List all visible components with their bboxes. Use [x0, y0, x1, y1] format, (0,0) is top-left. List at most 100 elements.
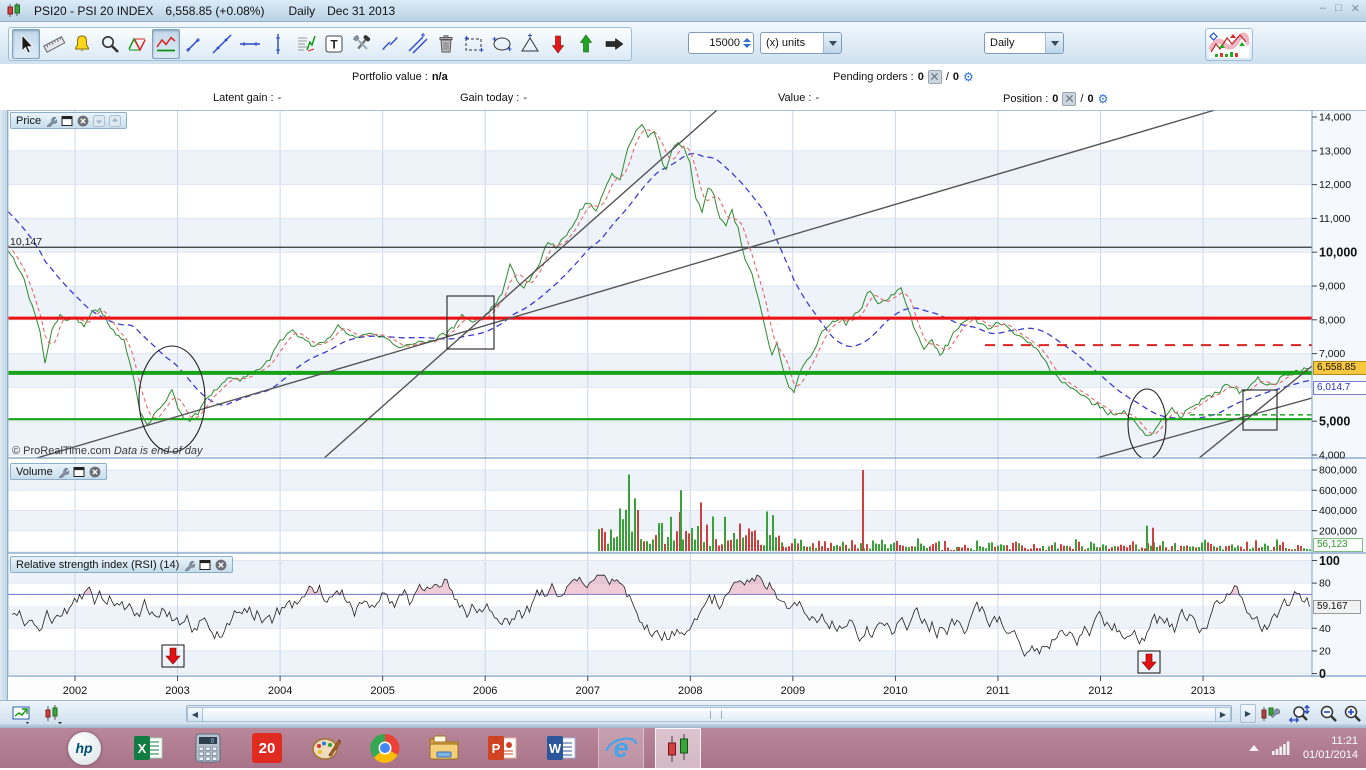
- rsi-axis-label: 20: [1319, 645, 1331, 657]
- rsi-value-tag: 59.167: [1313, 600, 1361, 614]
- close-panel-icon[interactable]: [77, 115, 89, 127]
- year-axis-label: 2008: [678, 685, 702, 697]
- taskbar-item-internet-explorer[interactable]: e: [598, 728, 644, 768]
- gear-icon[interactable]: ⚙: [963, 72, 974, 82]
- quantity-field[interactable]: 15000: [688, 32, 754, 54]
- tool-eraser-button[interactable]: [432, 29, 460, 59]
- chart-style-button[interactable]: [1205, 28, 1253, 61]
- price-panel-header[interactable]: Price: [10, 112, 127, 129]
- scroll-step-right-icon[interactable]: ▶: [1240, 704, 1256, 723]
- move-panel-down-icon[interactable]: [93, 115, 105, 127]
- tool-continue-arrow-button[interactable]: [600, 29, 628, 59]
- rsi-panel-header[interactable]: Relative strength index (RSI) (14): [10, 556, 233, 573]
- tool-triangle-button[interactable]: [516, 29, 544, 59]
- tool-alarm-button[interactable]: [68, 29, 96, 59]
- zoom-in-button[interactable]: [1342, 703, 1364, 724]
- tool-buy-arrow-button[interactable]: [572, 29, 600, 59]
- chevron-down-icon[interactable]: [1045, 33, 1063, 53]
- taskbar-item-file-explorer[interactable]: [426, 728, 462, 768]
- export-chart-button[interactable]: [10, 704, 34, 724]
- taskbar-item-word[interactable]: W: [544, 728, 580, 768]
- chrome-icon: [370, 733, 400, 763]
- time-scrollbar[interactable]: ◀ ▶: [186, 705, 1232, 722]
- network-signal-icon[interactable]: [1272, 741, 1290, 755]
- horizontal-level-label: 10,147: [10, 236, 42, 248]
- copyright-note: © ProRealTime.com Data is end of day: [12, 445, 203, 457]
- system-tray: 11:21 01/01/2014: [1249, 728, 1358, 768]
- parallel-lines-icon: [406, 32, 430, 56]
- gear-icon[interactable]: ⚙: [1098, 94, 1109, 104]
- scroll-left-icon[interactable]: ◀: [187, 707, 203, 722]
- tool-rectangle-button[interactable]: [460, 29, 488, 59]
- units-select[interactable]: (x) units: [760, 32, 842, 54]
- rsi-axis-label: 80: [1319, 578, 1331, 590]
- zoom-out-button[interactable]: [1318, 703, 1340, 724]
- tool-ruler-button[interactable]: [40, 29, 68, 59]
- scrollbar-thumb[interactable]: [202, 707, 1218, 722]
- tool-pattern-button[interactable]: [124, 29, 152, 59]
- scroll-right-icon[interactable]: ▶: [1215, 707, 1231, 722]
- start-button[interactable]: hp: [62, 728, 106, 768]
- volume-panel-title: Volume: [16, 466, 53, 478]
- magnifier-icon: [98, 32, 122, 56]
- new-window-icon[interactable]: [73, 466, 85, 478]
- new-window-icon[interactable]: [61, 115, 73, 127]
- tool-sell-arrow-button[interactable]: [544, 29, 572, 59]
- minimize-icon[interactable]: –: [1320, 2, 1326, 15]
- timeframe-value: Daily: [985, 37, 1014, 49]
- tool-pointer-button[interactable]: [12, 29, 40, 59]
- instrument-date: Dec 31 2013: [327, 4, 395, 18]
- units-value: (x) units: [761, 37, 805, 49]
- chart-area[interactable]: 14,00013,00012,00011,00010,0009,0008,000…: [0, 110, 1366, 700]
- quantity-stepper[interactable]: [743, 37, 751, 49]
- move-panel-up-icon[interactable]: [109, 115, 121, 127]
- clock[interactable]: 11:21 01/01/2014: [1303, 734, 1358, 762]
- tool-ellipse-button[interactable]: [488, 29, 516, 59]
- wrench-icon[interactable]: [45, 115, 57, 127]
- zoom-fit-button[interactable]: [1288, 703, 1314, 724]
- wrench-icon[interactable]: [57, 466, 69, 478]
- forecast-icon: [294, 32, 318, 56]
- close-panel-icon[interactable]: [89, 466, 101, 478]
- taskbar-item-paint[interactable]: [308, 728, 344, 768]
- instrument-period: Daily: [288, 4, 315, 18]
- taskbar-item-powerpoint[interactable]: P: [485, 728, 521, 768]
- chart-type-button[interactable]: [40, 704, 66, 724]
- alarm-icon: [70, 32, 94, 56]
- tool-horizontal-line-button[interactable]: [236, 29, 264, 59]
- last-price-tag: 6,558.85: [1313, 361, 1366, 375]
- tray-expand-icon[interactable]: [1249, 745, 1259, 751]
- taskbar-item-prorealtime[interactable]: [655, 728, 701, 770]
- new-window-icon[interactable]: [199, 559, 211, 571]
- tool-zigzag-button[interactable]: [152, 29, 180, 59]
- paint-palette-icon: [311, 733, 341, 763]
- chevron-down-icon[interactable]: [823, 33, 841, 53]
- close-icon[interactable]: ✕: [1351, 2, 1360, 15]
- close-panel-icon[interactable]: [215, 559, 227, 571]
- tool-retracement-button[interactable]: [376, 29, 404, 59]
- cancel-position-icon[interactable]: [1062, 92, 1076, 106]
- taskbar-item-excel[interactable]: X: [131, 728, 167, 768]
- tool-vertical-line-button[interactable]: [264, 29, 292, 59]
- chart-settings-button[interactable]: [1258, 703, 1282, 724]
- tool-segment-button[interactable]: [180, 29, 208, 59]
- powerpoint-icon: P: [488, 734, 518, 762]
- price-axis-label: 4,000: [1319, 450, 1345, 462]
- clock-date: 01/01/2014: [1303, 748, 1358, 762]
- taskbar-item-20minutes[interactable]: 20: [249, 728, 285, 768]
- tool-line-button[interactable]: [208, 29, 236, 59]
- cancel-order-icon[interactable]: [928, 70, 942, 84]
- timeframe-select[interactable]: Daily: [984, 32, 1064, 54]
- tool-text-button[interactable]: T: [320, 29, 348, 59]
- tool-forecast-button[interactable]: [292, 29, 320, 59]
- wrench-icon[interactable]: [183, 559, 195, 571]
- taskbar-item-chrome[interactable]: [367, 728, 403, 768]
- gain-today: Gain today :-: [460, 92, 527, 104]
- volume-panel-header[interactable]: Volume: [10, 463, 107, 480]
- horizontal-line-icon: [238, 32, 262, 56]
- taskbar-item-calculator[interactable]: 0: [190, 728, 226, 768]
- tool-parallel-lines-button[interactable]: [404, 29, 432, 59]
- maximize-icon[interactable]: □: [1335, 2, 1342, 15]
- tool-tools-button[interactable]: [348, 29, 376, 59]
- tool-magnifier-button[interactable]: [96, 29, 124, 59]
